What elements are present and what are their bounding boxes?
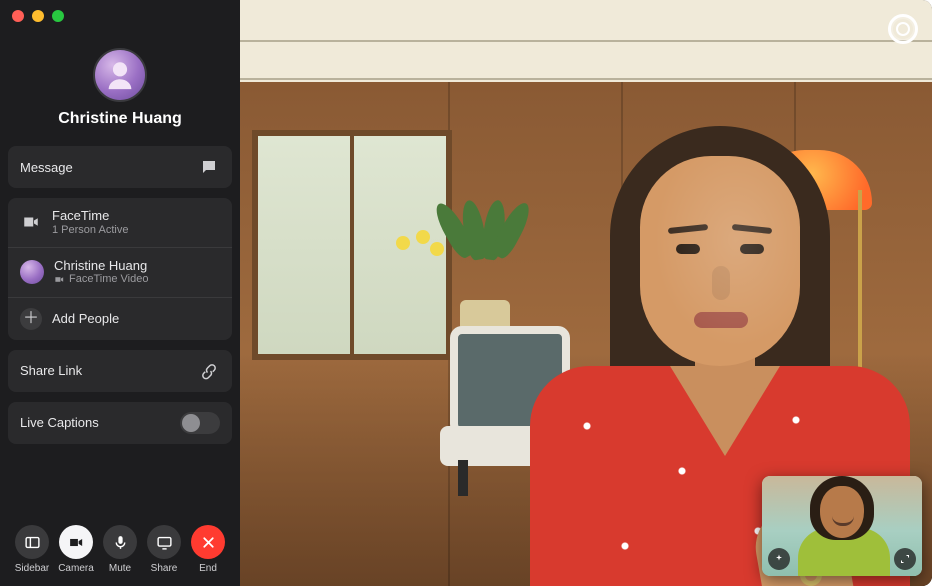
share-link-label: Share Link	[20, 363, 82, 378]
link-icon	[198, 360, 220, 382]
plus-icon: ＋	[20, 308, 42, 330]
sidebar-button[interactable]: Sidebar	[10, 525, 54, 574]
live-captions-panel: Live Captions	[8, 402, 232, 444]
share-link-panel[interactable]: Share Link	[8, 350, 232, 392]
sparkle-icon	[773, 553, 785, 565]
contact-avatar[interactable]	[93, 48, 147, 102]
video-small-icon	[54, 274, 65, 285]
camera-button[interactable]: Camera	[54, 525, 98, 574]
window-controls	[12, 10, 64, 22]
message-panel[interactable]: Message	[8, 146, 232, 188]
sidebar-button-label: Sidebar	[15, 563, 49, 574]
memoji-icon	[103, 58, 137, 92]
facetime-title: FaceTime	[52, 208, 109, 223]
sidebar-icon	[24, 534, 41, 551]
close-icon	[200, 534, 217, 551]
video-area	[240, 0, 932, 586]
call-sidebar: Christine Huang Message FaceTime 1 Perso…	[0, 0, 240, 586]
participant-avatar	[20, 260, 44, 284]
participant-row[interactable]: Christine Huang FaceTime Video	[8, 247, 232, 297]
participant-status: FaceTime Video	[69, 273, 148, 286]
facetime-subtitle: 1 Person Active	[52, 224, 128, 237]
zoom-window-button[interactable]	[52, 10, 64, 22]
video-icon	[20, 211, 42, 233]
close-window-button[interactable]	[12, 10, 24, 22]
end-button-label: End	[199, 563, 217, 574]
share-button[interactable]: Share	[142, 525, 186, 574]
contact-name: Christine Huang	[58, 110, 182, 128]
pip-expand-button[interactable]	[894, 548, 916, 570]
minimize-window-button[interactable]	[32, 10, 44, 22]
self-view[interactable]	[762, 476, 922, 576]
live-captions-label: Live Captions	[20, 415, 99, 430]
live-captions-toggle[interactable]	[180, 412, 220, 434]
call-toolbar: Sidebar Camera Mute Share End	[8, 519, 232, 578]
mute-button[interactable]: Mute	[98, 525, 142, 574]
message-icon	[198, 156, 220, 178]
message-label: Message	[20, 160, 73, 175]
participant-name: Christine Huang	[54, 258, 147, 273]
mute-button-label: Mute	[109, 563, 131, 574]
microphone-icon	[112, 534, 129, 551]
expand-icon	[899, 553, 911, 565]
live-photo-button[interactable]	[888, 14, 918, 44]
facetime-status-row[interactable]: FaceTime 1 Person Active	[8, 198, 232, 247]
share-button-label: Share	[151, 563, 178, 574]
facetime-window: Christine Huang Message FaceTime 1 Perso…	[0, 0, 932, 586]
screen-share-icon	[156, 534, 173, 551]
camera-icon	[68, 534, 85, 551]
participants-panel: FaceTime 1 Person Active Christine Huang…	[8, 198, 232, 340]
pip-effects-button[interactable]	[768, 548, 790, 570]
add-people-row[interactable]: ＋ Add People	[8, 297, 232, 340]
camera-button-label: Camera	[58, 563, 94, 574]
add-people-label: Add People	[52, 311, 119, 326]
end-call-button[interactable]: End	[186, 525, 230, 574]
contact-header: Christine Huang	[8, 48, 232, 146]
